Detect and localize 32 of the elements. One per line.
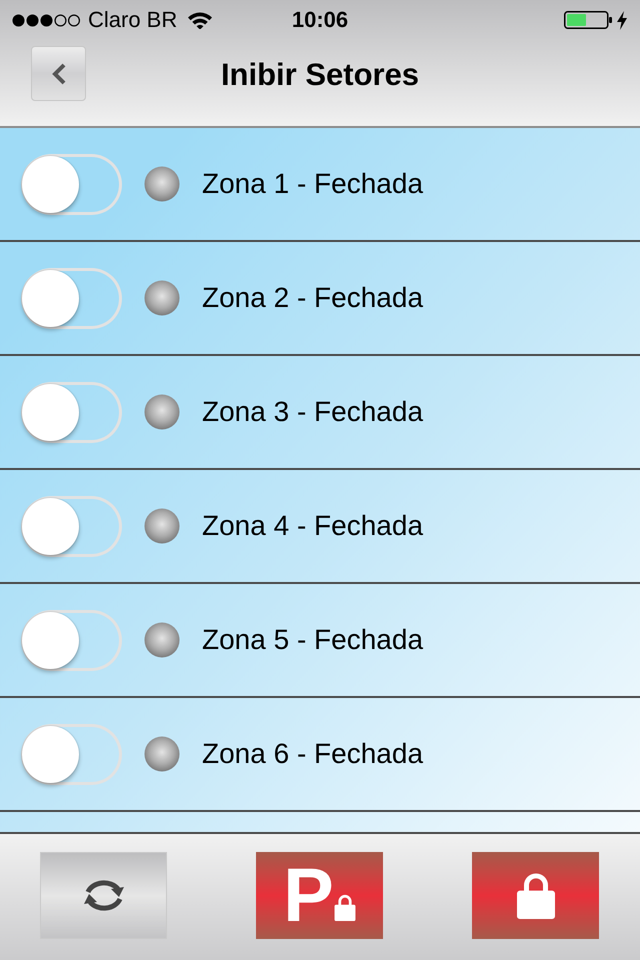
status-dot-icon (144, 736, 180, 772)
toggle-switch[interactable] (21, 382, 122, 442)
toggle-switch[interactable] (21, 610, 122, 670)
toggle-switch[interactable] (21, 724, 122, 784)
zone-label: Zona 6 - Fechada (202, 738, 424, 770)
lock-button[interactable] (472, 852, 599, 939)
carrier-name: Claro BR (88, 7, 178, 33)
partial-arm-button[interactable]: P (256, 852, 383, 939)
toggle-switch[interactable] (21, 496, 122, 556)
status-dot-icon (144, 508, 180, 544)
zone-label: Zona 2 - Fechada (202, 282, 424, 314)
lock-icon (334, 894, 356, 921)
lightning-bolt-icon (617, 10, 627, 30)
zone-label: Zona 1 - Fechada (202, 168, 424, 200)
zone-label: Zona 5 - Fechada (202, 624, 424, 656)
toggle-switch[interactable] (21, 154, 122, 214)
clock-time: 10:06 (292, 7, 348, 33)
battery-icon (564, 11, 612, 29)
wifi-icon (188, 11, 212, 29)
refresh-button[interactable] (40, 852, 167, 939)
status-dot-icon (144, 394, 180, 430)
zone-label: Zona 4 - Fechada (202, 510, 424, 542)
signal-strength-icon (12, 14, 80, 26)
status-dot-icon (144, 280, 180, 316)
back-button[interactable] (31, 46, 86, 101)
zone-label: Zona 3 - Fechada (202, 396, 424, 428)
status-dot-icon (144, 166, 180, 202)
toggle-switch[interactable] (21, 268, 122, 328)
lock-icon (516, 872, 556, 919)
screen-title: Inibir Setores (220, 57, 420, 93)
chevron-left-icon (52, 62, 66, 84)
status-dot-icon (144, 622, 180, 658)
